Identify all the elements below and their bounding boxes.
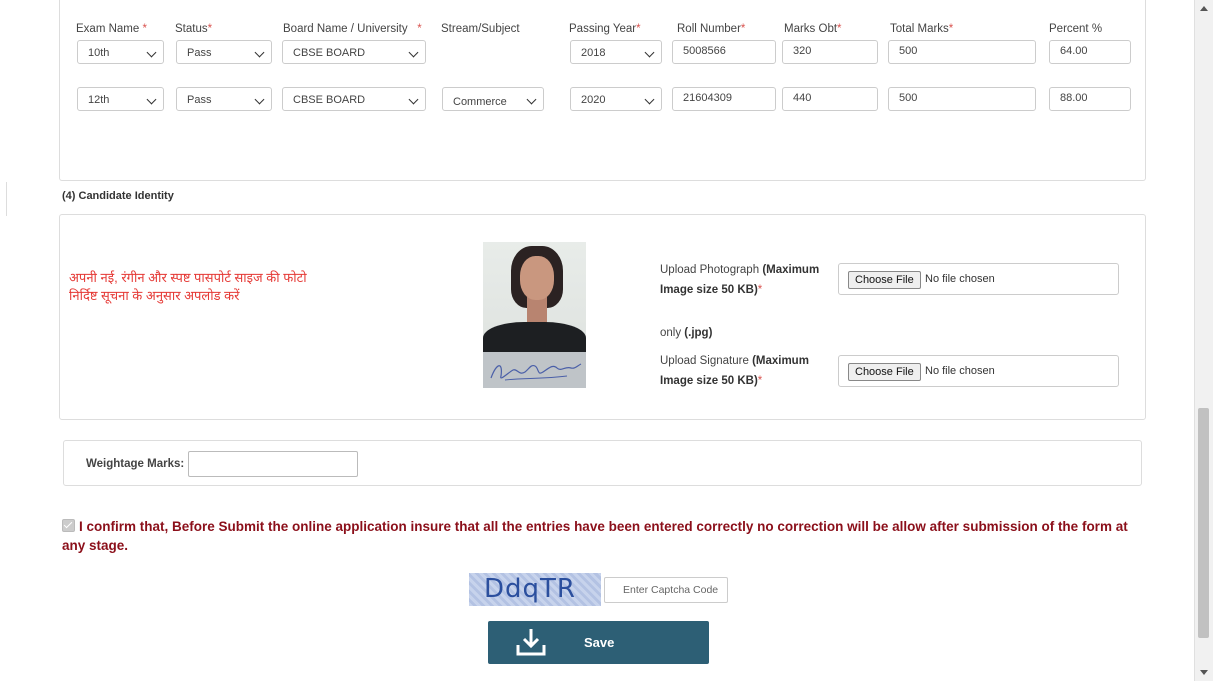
vertical-scrollbar[interactable] [1194, 0, 1213, 681]
hindi-instruction-line2: निर्दिष्ट सूचना के अनुसार अपलोड करें [69, 288, 240, 303]
photo-file-input[interactable]: Choose File No file chosen [838, 263, 1119, 295]
weightage-marks-input[interactable] [188, 451, 358, 477]
header-status: Status* [175, 23, 213, 35]
total-marks-input[interactable]: 500 [888, 87, 1036, 111]
percent-input[interactable]: 64.00 [1049, 40, 1131, 64]
captcha-image: DdqTR [469, 573, 601, 606]
chevron-down-icon [146, 47, 157, 58]
status-select[interactable]: Pass [176, 87, 272, 111]
header-marks-obt: Marks Obt* [784, 23, 842, 35]
captcha-input[interactable]: Enter Captcha Code [604, 577, 728, 603]
header-board: Board Name / University * [283, 23, 422, 35]
chevron-down-icon [146, 94, 157, 105]
passing-year-select[interactable]: 2018 [570, 40, 662, 64]
chevron-down-icon [254, 47, 265, 58]
chevron-down-icon [408, 47, 419, 58]
exam-name-select[interactable]: 10th [77, 40, 164, 64]
arrow-up-icon[interactable] [1200, 6, 1208, 11]
weightage-marks-label: Weightage Marks: [86, 458, 185, 470]
header-stream: Stream/Subject [441, 23, 520, 35]
signature-file-input[interactable]: Choose File No file chosen [838, 355, 1119, 387]
header-passing-year: Passing Year* [569, 23, 641, 35]
board-select[interactable]: CBSE BOARD [282, 40, 426, 64]
identity-panel [59, 214, 1146, 420]
header-percent: Percent % [1049, 23, 1103, 35]
choose-file-button[interactable]: Choose File [848, 271, 921, 289]
save-button[interactable]: Save [488, 621, 709, 664]
chevron-down-icon [644, 47, 655, 58]
roll-number-input[interactable]: 21604309 [672, 87, 776, 111]
arrow-down-icon[interactable] [1200, 670, 1208, 675]
chevron-down-icon [644, 94, 655, 105]
chevron-down-icon [408, 94, 419, 105]
exam-name-select[interactable]: 12th [77, 87, 164, 111]
upload-photo-label: Upload Photograph (Maximum Image size 50… [660, 264, 820, 296]
confirm-checkbox[interactable] [62, 519, 75, 532]
chevron-down-icon [254, 94, 265, 105]
confirmation-statement: I confirm that, Before Submit the online… [62, 517, 1152, 555]
hindi-instruction-line1: अपनी नई, रंगीन और स्पष्ट पासपोर्ट साइज क… [69, 270, 307, 285]
section-title-candidate-identity: (4) Candidate Identity [62, 190, 174, 202]
divider [6, 182, 7, 216]
total-marks-input[interactable]: 500 [888, 40, 1036, 64]
confirmation-text: I confirm that, Before Submit the online… [62, 519, 1128, 553]
file-status: No file chosen [925, 365, 995, 377]
candidate-signature [483, 352, 586, 388]
marks-obt-input[interactable]: 440 [782, 87, 878, 111]
file-status: No file chosen [925, 273, 995, 285]
header-exam-name: Exam Name * [76, 23, 147, 35]
save-label: Save [584, 635, 615, 650]
stream-select[interactable]: Commerce [442, 87, 544, 111]
header-roll-number: Roll Number* [677, 23, 746, 35]
chevron-down-icon [526, 94, 537, 105]
upload-signature-label: Upload Signature (Maximum Image size 50 … [660, 355, 809, 387]
passing-year-select[interactable]: 2020 [570, 87, 662, 111]
header-total-marks: Total Marks* [890, 23, 954, 35]
marks-obt-input[interactable]: 320 [782, 40, 878, 64]
candidate-photo [483, 242, 586, 352]
roll-number-input[interactable]: 5008566 [672, 40, 776, 64]
choose-file-button[interactable]: Choose File [848, 363, 921, 381]
download-icon [516, 629, 546, 656]
photo-format-note: only (.jpg) [660, 327, 713, 339]
percent-input[interactable]: 88.00 [1049, 87, 1131, 111]
scrollbar-thumb[interactable] [1198, 408, 1209, 638]
application-form: Exam Name * Status* Board Name / Univers… [0, 0, 1195, 681]
board-select[interactable]: CBSE BOARD [282, 87, 426, 111]
status-select[interactable]: Pass [176, 40, 272, 64]
